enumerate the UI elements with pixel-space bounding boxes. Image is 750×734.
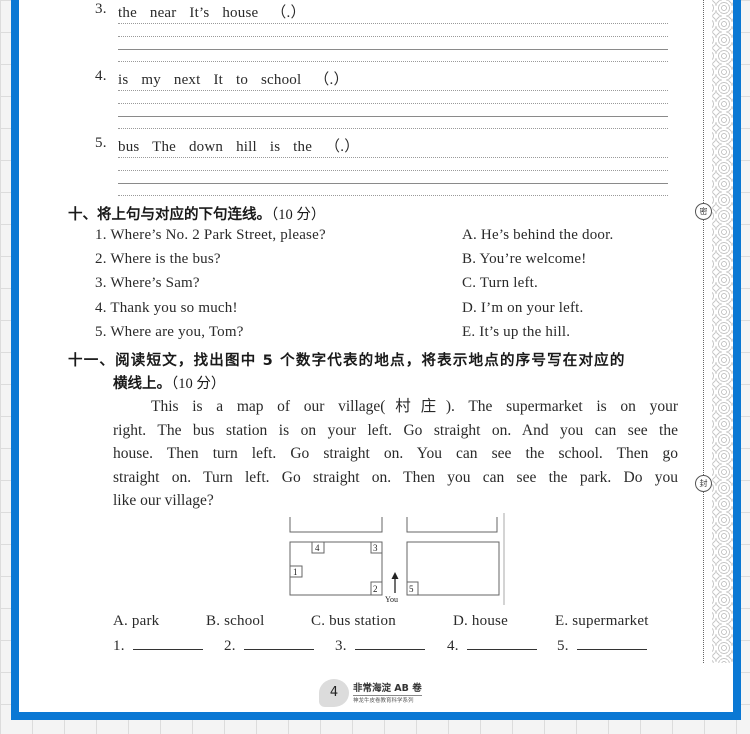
option-a: A. park (113, 613, 160, 629)
matching-right-item[interactable]: A. He’s behind the door. (462, 227, 613, 244)
answer-number: 4. (447, 638, 459, 654)
matching-right-item[interactable]: D. I’m on your left. (462, 300, 583, 317)
answer-3: 3. (335, 637, 425, 655)
map-label-4: 4 (315, 543, 320, 553)
matching-left-item[interactable]: 2. Where is the bus? (95, 251, 221, 268)
binding-line (703, 0, 704, 663)
you-label: You (385, 595, 398, 604)
answer-number: 2. (224, 638, 236, 654)
item-number: 5. (95, 135, 107, 151)
answer-blank[interactable] (354, 637, 425, 650)
scrambled-words: bus The down hill is the （.） (118, 139, 360, 155)
answer-1: 1. (113, 637, 203, 655)
section-title: 十、将上句与对应的下句连线。 (68, 207, 271, 223)
answer-line[interactable] (118, 49, 668, 50)
map-label-2: 2 (373, 584, 378, 594)
map-label-1: 1 (293, 567, 298, 577)
answer-number: 1. (113, 638, 125, 654)
section-score: （10 分） (271, 207, 326, 223)
passage-line: like our village? (113, 492, 214, 509)
answer-5: 5. (557, 637, 647, 655)
passage-line: straight on. Turn left. Go straight on. … (113, 468, 678, 486)
answer-line[interactable] (118, 183, 668, 184)
option-c: C. bus station (311, 613, 396, 629)
answer-blank[interactable] (576, 637, 647, 650)
writing-guide-line (118, 61, 668, 62)
answer-2: 2. (224, 637, 314, 655)
answer-blank[interactable] (243, 637, 314, 650)
you-arrow-icon (391, 572, 399, 593)
section-score: （10 分） (171, 376, 226, 392)
matching-right-item[interactable]: C. Turn left. (462, 275, 538, 292)
matching-left-item[interactable]: 4. Thank you so much! (95, 300, 238, 317)
section-11-heading: 十一、阅读短文，找出图中 5 个数字代表的地点，将表示地点的序号写在对应的 (68, 353, 626, 369)
writing-guide-line (118, 90, 668, 91)
writing-guide-line (118, 195, 668, 196)
scrambled-words: the near It’s house （.） (118, 5, 306, 21)
section-11-heading-cont: 横线上。（10 分） (113, 372, 225, 393)
item-number: 3. (95, 1, 107, 17)
section-title: 横线上。 (113, 376, 171, 392)
reading-passage: This is a map of our village(村庄). The su… (113, 395, 678, 513)
writing-guide-line (118, 103, 668, 104)
writing-guide-line (118, 128, 668, 129)
seal-mark-icon: 密 (695, 203, 712, 220)
option-e: E. supermarket (555, 613, 649, 629)
decorative-border (712, 0, 733, 663)
map-label-3: 3 (373, 543, 378, 553)
writing-guide-line (118, 23, 668, 24)
map-block-bottom-left (289, 541, 383, 596)
writing-guide-line (118, 36, 668, 37)
answer-blank[interactable] (466, 637, 537, 650)
answer-number: 3. (335, 638, 347, 654)
answer-4: 4. (447, 637, 537, 655)
option-b: B. school (206, 613, 265, 629)
matching-left-item[interactable]: 5. Where are you, Tom? (95, 324, 244, 341)
map-label-5: 5 (409, 584, 414, 594)
passage-line: This is a map of our village(村庄). The su… (151, 398, 678, 415)
map-block-top-left (289, 517, 383, 533)
option-d: D. house (453, 613, 508, 629)
matching-left-item[interactable]: 1. Where’s No. 2 Park Street, please? (95, 227, 326, 244)
matching-right-item[interactable]: E. It’s up the hill. (462, 324, 570, 341)
item-number: 4. (95, 68, 107, 84)
scrambled-words: is my next It to school （.） (118, 72, 349, 88)
matching-right-item[interactable]: B. You’re welcome! (462, 251, 586, 268)
book-series: 神龙牛皮卷教育科学系列 (353, 698, 414, 704)
writing-guide-line (118, 157, 668, 158)
answer-number: 5. (557, 638, 569, 654)
book-title: 非常海淀 AB 卷 (353, 680, 422, 696)
passage-line: right. The bus station is on your left. … (113, 421, 678, 439)
matching-left-item[interactable]: 3. Where’s Sam? (95, 275, 200, 292)
village-map: 1 2 3 4 5 You (289, 513, 505, 605)
map-block-top-right (406, 517, 498, 533)
writing-guide-line (118, 170, 668, 171)
page-number: 4 (319, 679, 349, 707)
map-block-bottom-right (406, 541, 500, 596)
section-10-heading: 十、将上句与对应的下句连线。（10 分） (68, 203, 325, 224)
answer-blank[interactable] (132, 637, 203, 650)
seal-mark-icon: 封 (695, 475, 712, 492)
answer-line[interactable] (118, 116, 668, 117)
passage-line: house. Then turn left. Go straight on. Y… (113, 445, 678, 462)
